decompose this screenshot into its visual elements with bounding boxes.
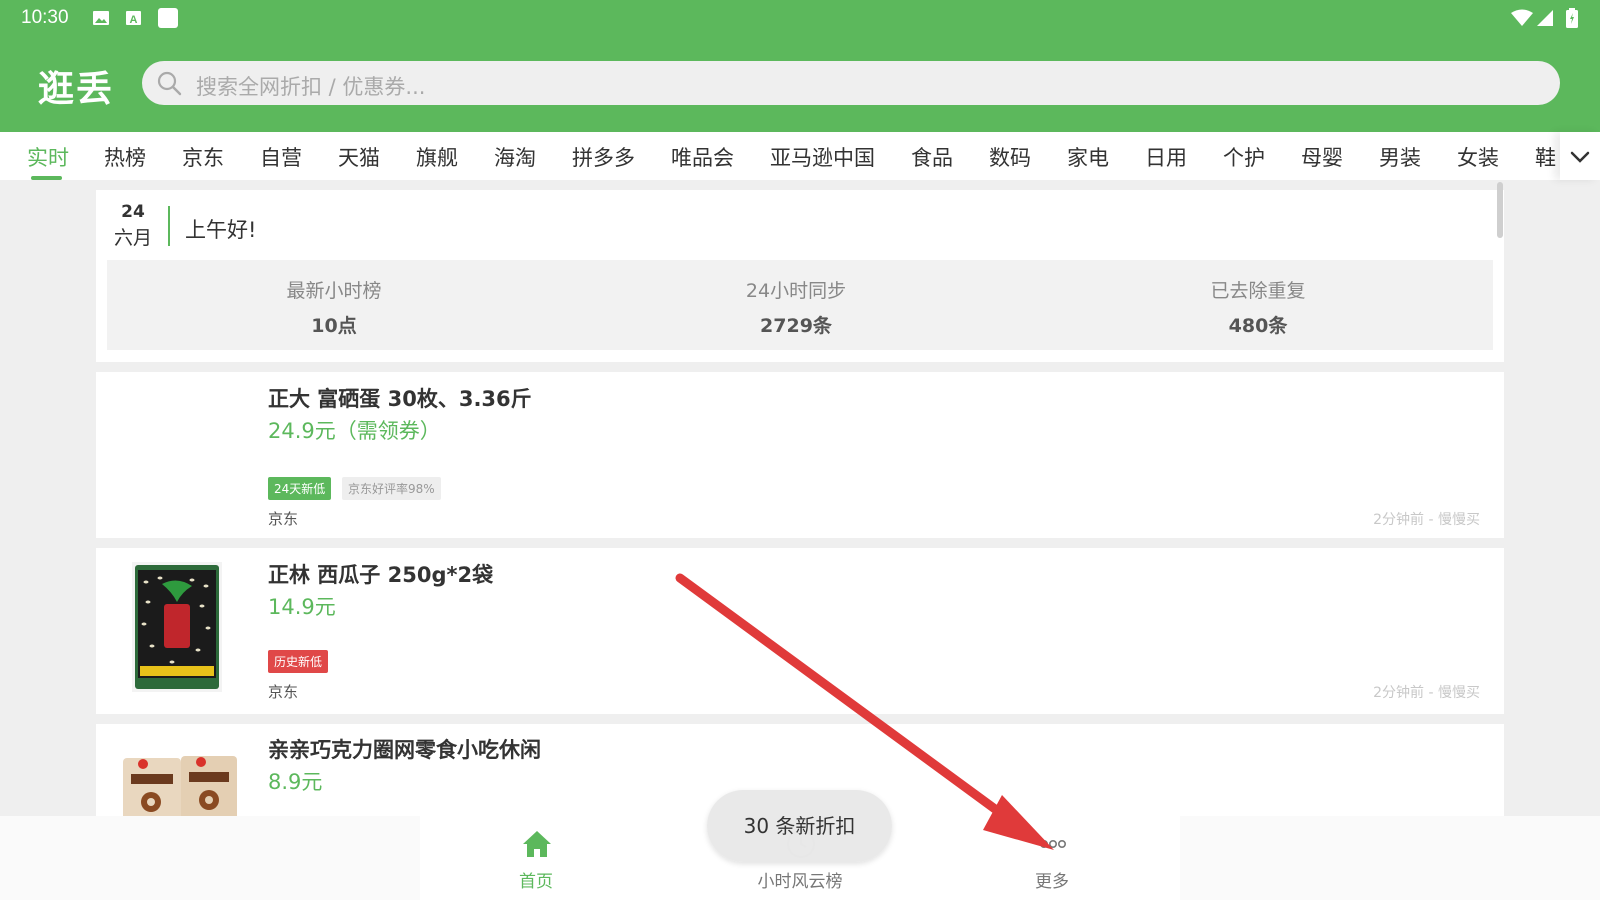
app-title: 逛丢: [38, 69, 115, 110]
nav-label: 首页: [519, 872, 553, 892]
tab-tmall[interactable]: 天猫: [338, 142, 380, 172]
tab-amazon-china[interactable]: 亚马逊中国: [770, 142, 875, 172]
more-dots-icon: [1039, 840, 1066, 849]
tab-digital[interactable]: 数码: [989, 142, 1031, 172]
image-icon: [93, 11, 109, 25]
tab-realtime[interactable]: 实时: [27, 142, 69, 172]
product-title: 亲亲巧克力圈网零食小吃休闲: [268, 738, 541, 762]
tab-haitao[interactable]: 海淘: [494, 142, 536, 172]
product-title: 正林 西瓜子 250g*2袋: [268, 563, 494, 587]
search-placeholder: 搜索全网折扣 / 优惠券...: [196, 75, 426, 99]
stat-value: 480条: [1228, 315, 1288, 337]
product-thumbnail-snack-bags: [123, 756, 237, 816]
nav-home[interactable]: 首页: [466, 816, 606, 900]
badge-history-low: 历史新低: [268, 650, 329, 673]
date-month: 六月: [113, 227, 152, 249]
scrollbar[interactable]: [1497, 182, 1503, 238]
nav-more[interactable]: 更多: [982, 816, 1122, 900]
battery-icon: [1566, 8, 1578, 28]
product-meta: 2分钟前 - 慢慢买: [1373, 685, 1480, 701]
tab-mother-baby[interactable]: 母婴: [1301, 142, 1343, 172]
tab-jd[interactable]: 京东: [182, 142, 224, 172]
nav-label: 小时风云榜: [757, 872, 843, 892]
nav-label: 更多: [1035, 872, 1069, 892]
badge-new-low: 24天新低: [268, 477, 332, 500]
product-price: 24.9元（需领券）: [268, 419, 441, 443]
tab-expand-button[interactable]: [1560, 132, 1600, 180]
stats-panel: 最新小时榜 10点 24小时同步 2729条 已去除重复 480条: [107, 260, 1493, 350]
tab-pinduoduo[interactable]: 拼多多: [572, 142, 635, 172]
chevron-down-icon: [1570, 151, 1590, 163]
product-card[interactable]: 正林 西瓜子 250g*2袋 14.9元 历史新低 京东 2分钟前 - 慢慢买: [96, 548, 1504, 714]
signal-icon: [1537, 10, 1553, 26]
date-divider: [168, 206, 170, 246]
category-tabs: 实时 热榜 京东 自营 天猫 旗舰 海淘 拼多多 唯品会 亚马逊中国 食品 数码…: [0, 132, 1600, 180]
product-store: 京东: [268, 683, 299, 701]
product-thumbnail-seed-bag: [132, 562, 222, 692]
tab-menswear[interactable]: 男装: [1379, 142, 1421, 172]
product-price: 8.9元: [268, 770, 323, 794]
greeting-text: 上午好!: [185, 218, 257, 242]
tab-appliance[interactable]: 家电: [1067, 142, 1109, 172]
stat-value: 10点: [311, 315, 357, 337]
summary-card: 24 六月 上午好! 最新小时榜 10点 24小时同步 2729条 已去除重复 …: [96, 190, 1504, 362]
stat-label: 已去除重复: [1210, 280, 1306, 302]
tab-flagship[interactable]: 旗舰: [416, 142, 458, 172]
product-meta: 2分钟前 - 慢慢买: [1373, 512, 1480, 528]
search-icon: [157, 71, 182, 96]
product-store: 京东: [268, 510, 299, 528]
stat-label: 24小时同步: [745, 280, 847, 302]
app-bar: 逛丢 搜索全网折扣 / 优惠券...: [0, 38, 1600, 132]
tab-shoes[interactable]: 鞋: [1535, 142, 1556, 172]
stat-latest-hour: 最新小时榜 10点: [184, 276, 484, 338]
stat-24h-sync: 24小时同步 2729条: [646, 276, 946, 338]
stat-deduplicated: 已去除重复 480条: [1108, 276, 1408, 338]
tab-active-indicator: [31, 176, 62, 180]
date-day: 24: [121, 202, 145, 222]
date-block: 24 六月: [113, 202, 153, 250]
tab-hot[interactable]: 热榜: [104, 142, 146, 172]
stat-value: 2729条: [760, 315, 832, 337]
wifi-icon: [1511, 9, 1533, 26]
stat-label: 最新小时榜: [286, 280, 382, 302]
home-icon: [523, 831, 551, 857]
tab-daily[interactable]: 日用: [1145, 142, 1187, 172]
tab-womenswear[interactable]: 女装: [1457, 142, 1499, 172]
status-time: 10:30: [21, 7, 69, 28]
tab-food[interactable]: 食品: [911, 142, 953, 172]
badge-rating: 京东好评率98%: [342, 477, 441, 500]
square-icon: [158, 8, 178, 28]
product-title: 正大 富硒蛋 30枚、3.36斤: [268, 387, 532, 411]
tab-personal-care[interactable]: 个护: [1223, 142, 1265, 172]
status-bar: 10:30 A: [0, 0, 1600, 38]
svg-text:A: A: [130, 14, 138, 26]
tab-vip[interactable]: 唯品会: [671, 142, 734, 172]
a-icon: A: [126, 11, 141, 26]
search-input[interactable]: 搜索全网折扣 / 优惠券...: [142, 61, 1560, 105]
product-price: 14.9元: [268, 595, 336, 619]
tab-self-operated[interactable]: 自营: [260, 142, 302, 172]
new-deals-toast: 30 条新折扣: [707, 790, 892, 862]
product-card[interactable]: 正大 富硒蛋 30枚、3.36斤 24.9元（需领券） 24天新低 京东好评率9…: [96, 372, 1504, 538]
